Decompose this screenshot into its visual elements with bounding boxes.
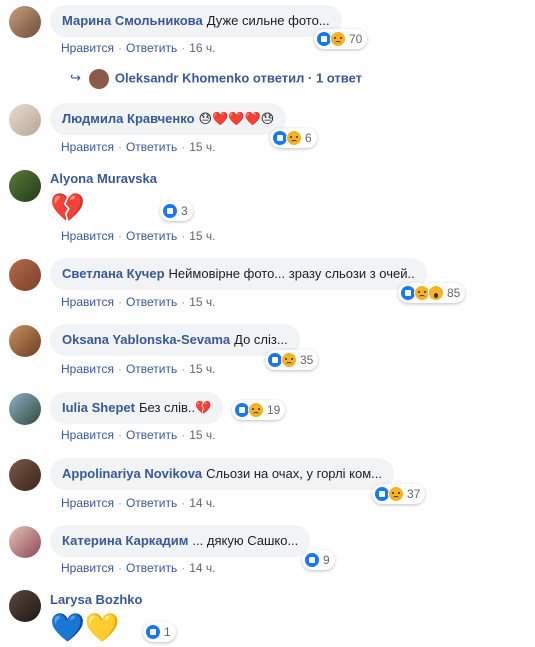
- reply-link[interactable]: Ответить: [126, 428, 177, 442]
- comment-actions: Нравится · Ответить · 16 ч.: [61, 41, 216, 55]
- reaction-count: 35: [300, 353, 314, 367]
- comment-text: Сльози на очах, у горлі ком...: [206, 466, 383, 481]
- comment-bubble: Светлана Кучер Неймовірне фото... зразу с…: [50, 258, 427, 290]
- reply-arrow-icon: ↪: [70, 70, 81, 86]
- sad-reaction-icon: [388, 486, 404, 502]
- avatar[interactable]: [9, 459, 41, 491]
- reaction-summary[interactable]: 85: [398, 283, 466, 303]
- comment-author[interactable]: Людмила Кравченко: [62, 111, 195, 126]
- reply-link[interactable]: Ответить: [126, 229, 177, 243]
- sad-reaction-icon: [248, 402, 264, 418]
- comment-text: 😓❤️❤️❤️😓: [198, 111, 275, 126]
- comment-author[interactable]: Катерина Каркадим: [62, 533, 188, 548]
- reaction-count: 3: [181, 204, 188, 218]
- reply-label: ответил: [252, 70, 305, 86]
- comment-text: Дуже сильне фото...: [206, 13, 330, 28]
- like-link[interactable]: Нравится: [61, 428, 114, 442]
- sad-reaction-icon: [286, 130, 302, 146]
- reply-link[interactable]: Ответить: [126, 561, 177, 575]
- comment-actions: Нравится · Ответить · 15 ч.: [61, 295, 216, 309]
- like-link[interactable]: Нравится: [61, 140, 114, 154]
- comment-actions: Нравится · Ответить · 14 ч.: [61, 496, 216, 510]
- reaction-summary[interactable]: 19: [232, 400, 286, 420]
- reaction-count: 85: [447, 286, 461, 300]
- sad-reaction-icon: [330, 31, 346, 47]
- comment-time[interactable]: 15 ч.: [189, 428, 215, 442]
- comment-author[interactable]: Larysa Bozhko: [50, 592, 142, 607]
- comment-text: До сліз...: [234, 332, 288, 347]
- reaction-summary[interactable]: 35: [265, 350, 319, 370]
- avatar[interactable]: [9, 170, 41, 202]
- comment-bubble: Марина Смольникова Дуже сильне фото...: [50, 5, 342, 37]
- comment-author[interactable]: Oksana Yablonska-Sevama: [62, 332, 230, 347]
- like-link[interactable]: Нравится: [61, 561, 114, 575]
- comment-text: Без слів..💔: [138, 400, 212, 415]
- reaction-summary[interactable]: 6: [270, 128, 317, 148]
- comment-bubble: Людмила Кравченко 😓❤️❤️❤️😓: [50, 103, 287, 135]
- comment-text: ... дякую Сашко...: [192, 533, 299, 548]
- like-link[interactable]: Нравится: [61, 295, 114, 309]
- reply-link[interactable]: Ответить: [126, 295, 177, 309]
- reaction-count: 6: [305, 131, 312, 145]
- avatar[interactable]: [9, 104, 41, 136]
- like-link[interactable]: Нравится: [61, 41, 114, 55]
- comment-actions: Нравится · Ответить · 15 ч.: [61, 229, 216, 243]
- comment-actions: Нравится · Ответить · 15 ч.: [61, 362, 216, 376]
- comment-actions: Нравится · Ответить · 14 ч.: [61, 561, 216, 575]
- reply-thread-link[interactable]: ↪ Oleksandr Khomenko ответил · 1 ответ: [70, 69, 362, 89]
- avatar[interactable]: [9, 526, 41, 558]
- avatar[interactable]: [9, 590, 41, 622]
- comment-author[interactable]: Iulia Shepet: [62, 400, 135, 415]
- reaction-summary[interactable]: 9: [302, 550, 335, 570]
- like-link[interactable]: Нравится: [61, 229, 114, 243]
- comment-time[interactable]: 15 ч.: [189, 295, 215, 309]
- reply-link[interactable]: Ответить: [126, 41, 177, 55]
- comment-bubble: Катерина Каркадим ... дякую Сашко...: [50, 525, 311, 557]
- like-reaction-icon: [145, 624, 161, 640]
- comment-bubble: Oksana Yablonska-Sevama До сліз...: [50, 324, 300, 356]
- like-link[interactable]: Нравится: [61, 496, 114, 510]
- comment-time[interactable]: 15 ч.: [189, 140, 215, 154]
- avatar[interactable]: [9, 325, 41, 357]
- comment-bubble: Iulia Shepet Без слів..💔: [50, 392, 224, 424]
- avatar[interactable]: [9, 393, 41, 425]
- comment-time[interactable]: 15 ч.: [189, 229, 215, 243]
- comment-text: 💙💛: [50, 612, 120, 643]
- comment-author[interactable]: Alyona Muravska: [50, 171, 157, 186]
- comment-author[interactable]: Appolinariya Novikova: [62, 466, 202, 481]
- reply-count[interactable]: · 1 ответ: [308, 70, 362, 85]
- sad-reaction-icon: [281, 352, 297, 368]
- reaction-count: 1: [164, 625, 171, 639]
- reply-link[interactable]: Ответить: [126, 140, 177, 154]
- reaction-summary[interactable]: 70: [314, 29, 368, 49]
- comment-actions: Нравится · Ответить · 15 ч.: [61, 428, 216, 442]
- comment-time[interactable]: 14 ч.: [189, 496, 215, 510]
- comment-text: 💔: [50, 192, 85, 223]
- reaction-count: 37: [407, 487, 421, 501]
- avatar: [88, 69, 109, 89]
- comment-author[interactable]: Светлана Кучер: [62, 266, 165, 281]
- reaction-count: 19: [267, 403, 281, 417]
- comment-time[interactable]: 15 ч.: [189, 362, 215, 376]
- like-reaction-icon: [162, 203, 178, 219]
- avatar[interactable]: [9, 6, 41, 38]
- reply-author[interactable]: Oleksandr Khomenko: [115, 70, 249, 85]
- like-reaction-icon: [304, 552, 320, 568]
- comment-author[interactable]: Марина Смольникова: [62, 13, 203, 28]
- like-link[interactable]: Нравится: [61, 362, 114, 376]
- reaction-count: 9: [323, 553, 330, 567]
- comment-bubble: Appolinariya Novikova Сльози на очах, у г…: [50, 458, 395, 490]
- reply-link[interactable]: Ответить: [126, 496, 177, 510]
- reaction-summary[interactable]: 1: [143, 622, 176, 642]
- reaction-summary[interactable]: 37: [372, 484, 426, 504]
- reply-link[interactable]: Ответить: [126, 362, 177, 376]
- wow-reaction-icon: [428, 285, 444, 301]
- comment-text: Неймовірне фото... зразу сльози з очей..: [168, 266, 415, 281]
- comment-actions: Нравится · Ответить · 15 ч.: [61, 140, 216, 154]
- comment-time[interactable]: 16 ч.: [189, 41, 215, 55]
- avatar[interactable]: [9, 259, 41, 291]
- reaction-count: 70: [349, 32, 363, 46]
- comment-time[interactable]: 14 ч.: [189, 561, 215, 575]
- reaction-summary[interactable]: 3: [160, 201, 193, 221]
